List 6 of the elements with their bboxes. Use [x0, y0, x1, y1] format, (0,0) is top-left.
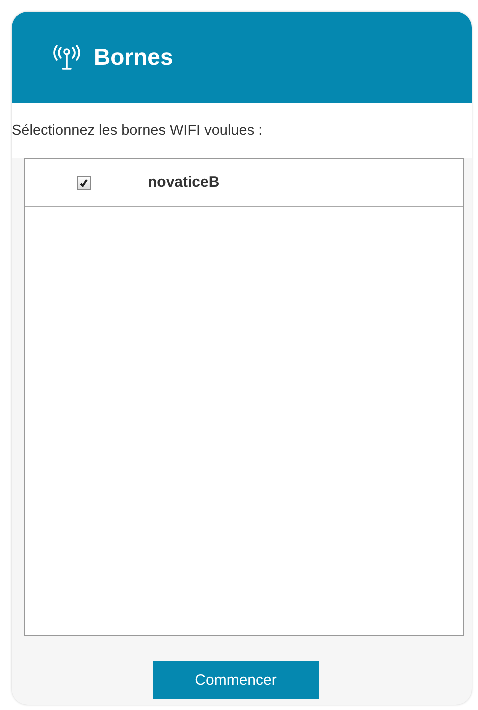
antenna-icon: [52, 44, 82, 70]
checkbox[interactable]: [77, 176, 91, 190]
start-button[interactable]: Commencer: [153, 661, 319, 699]
dialog-title: Bornes: [94, 44, 174, 71]
access-point-name: novaticeB: [148, 174, 220, 191]
instruction-text: Sélectionnez les bornes WIFI voulues :: [12, 103, 472, 158]
